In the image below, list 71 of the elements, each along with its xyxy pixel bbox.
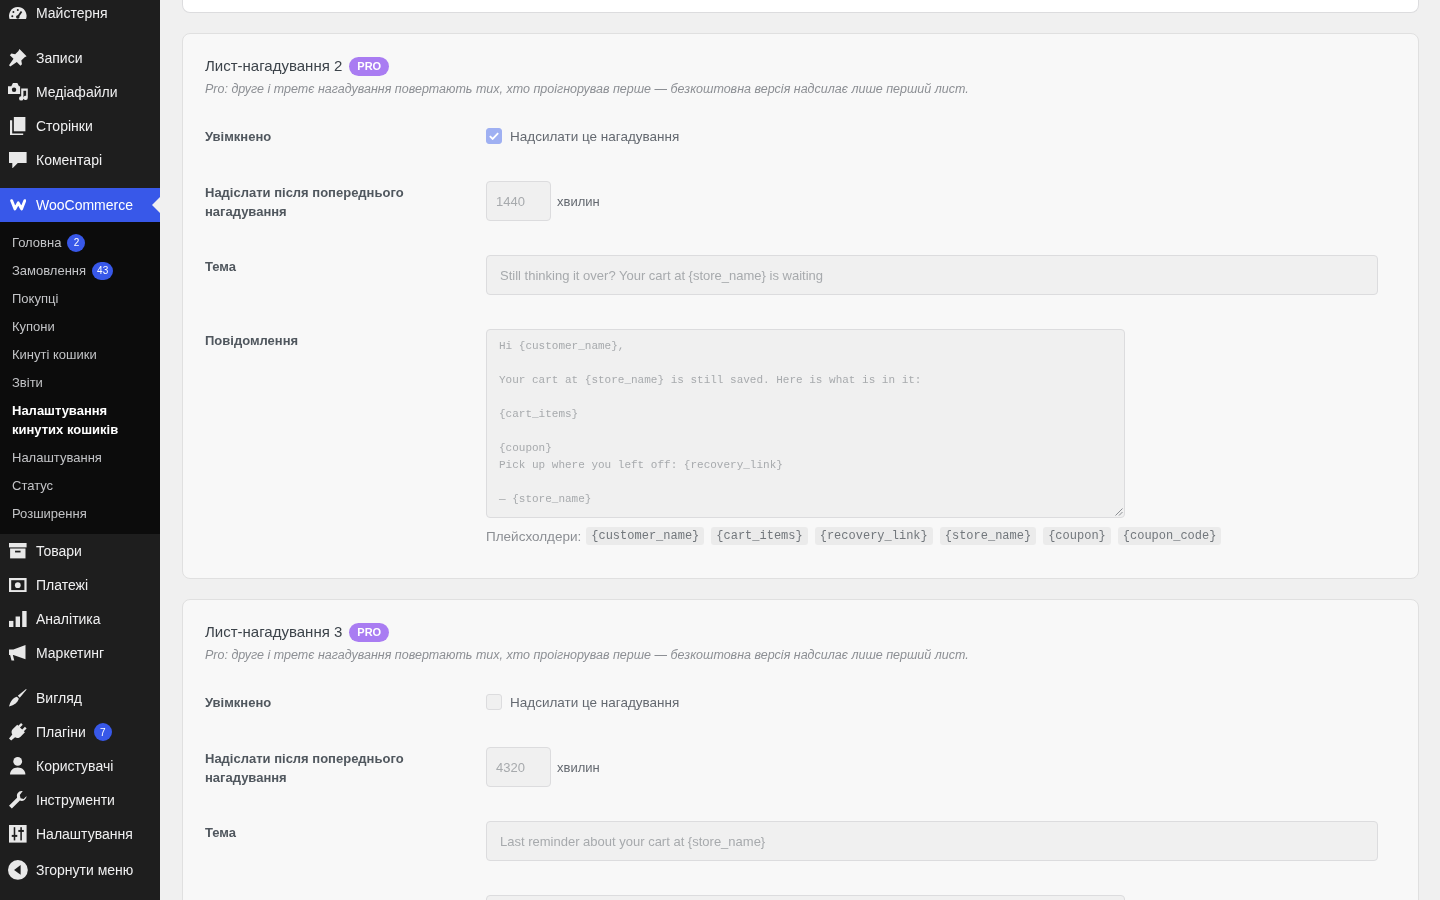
placeholder-tag: {coupon} — [1043, 527, 1111, 545]
banknote-icon — [9, 577, 27, 593]
submenu-item[interactable]: Замовлення 43 — [0, 257, 160, 285]
menu-item[interactable]: Товари — [0, 534, 160, 568]
menu-item[interactable]: Сторінки — [0, 109, 160, 143]
wrench-icon — [9, 791, 27, 809]
plug-icon — [9, 723, 27, 741]
reminder-title: Лист-нагадування 2 — [205, 56, 343, 76]
archive-box-icon — [9, 543, 27, 559]
menu-item[interactable]: Плагіни 7 — [0, 715, 160, 749]
logo-icon — [9, 199, 27, 211]
bar-chart-icon — [9, 610, 27, 628]
placeholder-tag: {customer_name} — [586, 527, 705, 545]
menu-item[interactable]: WooCommerce — [0, 188, 160, 222]
pages-icon — [10, 116, 26, 136]
menu-item[interactable]: Коментарі — [0, 143, 160, 177]
menu-item[interactable]: Аналітика — [0, 602, 160, 636]
dashboard-gauge-icon — [9, 6, 27, 20]
menu-item[interactable]: Вигляд — [0, 681, 160, 715]
comment-bubble-icon — [9, 151, 27, 169]
submenu-item[interactable]: Покупці — [0, 285, 160, 313]
submenu-item[interactable]: Розширення — [0, 500, 160, 528]
pro-badge: PRO — [349, 622, 390, 642]
submenu-item[interactable]: Головна 2 — [0, 229, 160, 257]
menu-item[interactable]: Інструменти — [0, 783, 160, 817]
reminder-title: Лист-нагадування 3 — [205, 622, 343, 642]
menu-item[interactable]: Маркетинг — [0, 636, 160, 670]
submenu-item[interactable]: Звіти — [0, 369, 160, 397]
field-label: Тема — [205, 824, 238, 842]
pro-badge: PRO — [349, 56, 390, 76]
menu-item[interactable]: Налаштування — [0, 817, 160, 851]
checkbox-label: Надсилати це нагадування — [510, 128, 680, 144]
submenu-item[interactable]: Купони — [0, 313, 160, 341]
count-badge: 43 — [92, 262, 114, 280]
pushpin-icon — [9, 49, 27, 67]
field-label: Повідомлення — [205, 332, 300, 350]
collapse-menu-button[interactable]: Згорнути меню — [0, 853, 160, 887]
menu-item[interactable]: Користувачі — [0, 749, 160, 783]
field-label: Надіслати після попереднього нагадування — [205, 750, 405, 787]
menu-item[interactable]: Майстерня — [0, 0, 160, 30]
resize-grip-icon — [1115, 508, 1123, 516]
description-text: Pro: друге і третє нагадування повертають тих, хто проігнорував перше — безкоштовна версія надсилає лише перший лист. — [205, 647, 970, 664]
field-label: Увімкнено — [205, 128, 273, 146]
description-text: Pro: друге і третє нагадування повертають тих, хто проігнорував перше — безкоштовна версія надсилає лише перший лист. — [205, 81, 970, 98]
sliders-icon — [9, 825, 27, 843]
unit-label: хвилин — [557, 759, 600, 775]
unit-label: хвилин — [557, 193, 600, 209]
placeholder-tag: {coupon_code} — [1117, 527, 1222, 545]
checkmark-icon — [489, 132, 499, 140]
field-label: Надіслати після попереднього нагадування — [205, 184, 405, 221]
submenu-item[interactable]: Налаштування — [0, 444, 160, 472]
placeholders-label: Плейсхолдери: — [486, 528, 582, 544]
camera-music-icon — [8, 83, 28, 101]
count-badge: 7 — [93, 723, 112, 741]
menu-item[interactable]: Записи — [0, 41, 160, 75]
count-badge: 2 — [67, 234, 86, 252]
placeholder-tag: {recovery_link} — [814, 527, 933, 545]
menu-item[interactable]: Платежі — [0, 568, 160, 602]
placeholder-tag: {store_name} — [939, 527, 1037, 545]
paintbrush-icon — [9, 689, 27, 707]
field-label: Увімкнено — [205, 694, 273, 712]
field-label: Тема — [205, 258, 238, 276]
submenu-item[interactable]: Кинуті кошики — [0, 341, 160, 369]
checkbox-label: Надсилати це нагадування — [510, 694, 680, 710]
submenu-item[interactable]: Статус — [0, 472, 160, 500]
user-icon — [10, 757, 26, 775]
menu-pointer-icon — [152, 197, 160, 213]
placeholder-tag: {cart_items} — [711, 527, 808, 545]
submenu-item[interactable]: Налаштування кинутих кошиків — [0, 397, 160, 444]
megaphone-icon — [9, 645, 27, 661]
menu-item[interactable]: Медіафайли — [0, 75, 160, 109]
